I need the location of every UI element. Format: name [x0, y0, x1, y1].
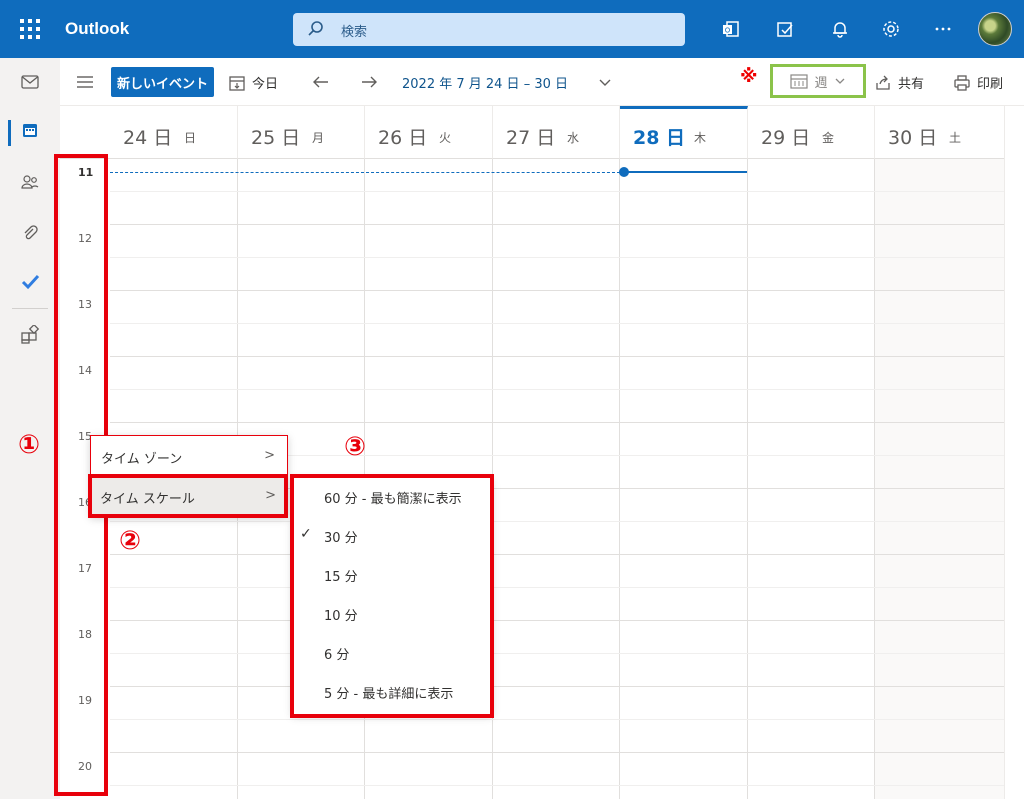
todo-icon[interactable]: [774, 18, 796, 40]
grid-line: [110, 620, 1004, 621]
day-column[interactable]: [493, 159, 620, 799]
waffle-icon[interactable]: [18, 17, 42, 41]
date-range[interactable]: 2022 年 7 月 24 日 – 30 日: [402, 73, 568, 92]
arrow-left-icon[interactable]: [311, 72, 331, 92]
day-of-week: 土: [949, 131, 962, 145]
view-label: 週: [814, 75, 828, 91]
day-of-week: 木: [694, 131, 707, 145]
command-bar: 新しいイベント 今日 2022 年 7 月 24 日 – 30 日 ※ 週 共有…: [0, 58, 1024, 106]
chevron-down-icon: [835, 78, 844, 84]
print-icon: [954, 74, 970, 91]
day-header-mon[interactable]: 25 日 月: [238, 106, 365, 159]
svg-text:O: O: [725, 27, 731, 35]
grid-line: [110, 587, 1004, 588]
share-icon: [876, 75, 890, 90]
scrollbar[interactable]: [1004, 106, 1024, 799]
grid-line: [110, 686, 1004, 687]
grid-line: [110, 719, 1004, 720]
grid-line: [110, 653, 1004, 654]
corner-cell: [60, 106, 110, 159]
day-header-sat[interactable]: 30 日 土: [875, 106, 1004, 159]
grid-line: [110, 422, 1004, 423]
calendar-icon[interactable]: [20, 120, 40, 140]
day-of-week: 水: [567, 131, 580, 145]
grid-line: [110, 785, 1004, 786]
rail-header: [0, 58, 60, 106]
grid-line: [110, 521, 1004, 522]
top-bar: Outlook 検索 O: [0, 0, 1024, 58]
day-number: 29 日: [761, 127, 811, 149]
chevron-down-icon[interactable]: [598, 75, 612, 89]
day-number: 27 日: [506, 127, 556, 149]
day-number: 24 日: [123, 127, 173, 149]
day-number: 30 日: [888, 127, 938, 149]
day-column[interactable]: [620, 159, 748, 799]
day-header-wed[interactable]: 27 日 水: [493, 106, 620, 159]
hamburger-icon[interactable]: [77, 76, 93, 88]
app-title[interactable]: Outlook: [65, 19, 129, 39]
grid-line: [110, 191, 1004, 192]
current-time-line: [110, 172, 620, 173]
search-placeholder: 検索: [341, 25, 368, 40]
day-header-thu-today[interactable]: 28 日 木: [620, 106, 748, 159]
calendar-today-icon: [229, 75, 245, 91]
annotation-number-1: ①: [18, 430, 41, 460]
annotation-number-3: ③: [344, 432, 367, 462]
check-icon[interactable]: [20, 272, 40, 292]
today-label: 今日: [252, 77, 279, 92]
chevron-right-icon: >: [264, 448, 275, 463]
grid-line: [110, 224, 1004, 225]
calendar-view-icon: [790, 74, 809, 89]
day-number: 26 日: [378, 127, 428, 149]
day-header-tue[interactable]: 26 日 火: [365, 106, 493, 159]
day-of-week: 月: [312, 131, 325, 145]
current-time-line-today: [626, 171, 747, 173]
more-icon[interactable]: [932, 18, 954, 40]
annotation-box-time-scale: [88, 474, 288, 518]
day-of-week: 金: [822, 131, 835, 145]
menu-item-time-zone[interactable]: タイム ゾーン >: [90, 435, 288, 475]
mail-icon[interactable]: [20, 72, 40, 92]
day-column[interactable]: [875, 159, 1004, 799]
grid-line: [110, 752, 1004, 753]
grid-line: [110, 257, 1004, 258]
day-number: 28 日: [633, 127, 686, 149]
gear-icon[interactable]: [880, 18, 902, 40]
menu-item-label: タイム ゾーン: [101, 452, 183, 467]
office-icon[interactable]: O: [720, 18, 742, 40]
day-header-fri[interactable]: 29 日 金: [748, 106, 875, 159]
share-label: 共有: [898, 77, 925, 92]
new-event-button[interactable]: 新しいイベント: [111, 67, 214, 97]
print-button[interactable]: 印刷: [953, 73, 1003, 92]
grid-line: [110, 323, 1004, 324]
bell-icon[interactable]: [829, 18, 851, 40]
day-column[interactable]: [748, 159, 875, 799]
apps-icon[interactable]: [20, 325, 40, 345]
rail-divider: [12, 308, 48, 309]
grid-line: [110, 554, 1004, 555]
search-box[interactable]: 検索: [293, 13, 685, 46]
share-button[interactable]: 共有: [874, 73, 924, 92]
grid-line: [110, 389, 1004, 390]
day-of-week: 日: [184, 131, 197, 145]
today-button[interactable]: 今日: [228, 73, 278, 92]
print-label: 印刷: [977, 77, 1004, 92]
people-icon[interactable]: [20, 172, 40, 192]
day-header-sun[interactable]: 24 日 日: [110, 106, 238, 159]
grid-line: [110, 356, 1004, 357]
attach-icon[interactable]: [20, 223, 40, 243]
note-mark: ※: [740, 66, 758, 87]
search-icon: [308, 21, 323, 36]
day-of-week: 火: [439, 131, 452, 145]
annotation-box-scale-menu: [290, 474, 494, 718]
grid-line: [110, 290, 1004, 291]
avatar[interactable]: [978, 12, 1012, 46]
view-selector[interactable]: 週: [770, 64, 866, 98]
day-number: 25 日: [251, 127, 301, 149]
rail-selection-indicator: [8, 120, 11, 146]
arrow-right-icon[interactable]: [359, 72, 379, 92]
annotation-number-2: ②: [119, 526, 142, 556]
